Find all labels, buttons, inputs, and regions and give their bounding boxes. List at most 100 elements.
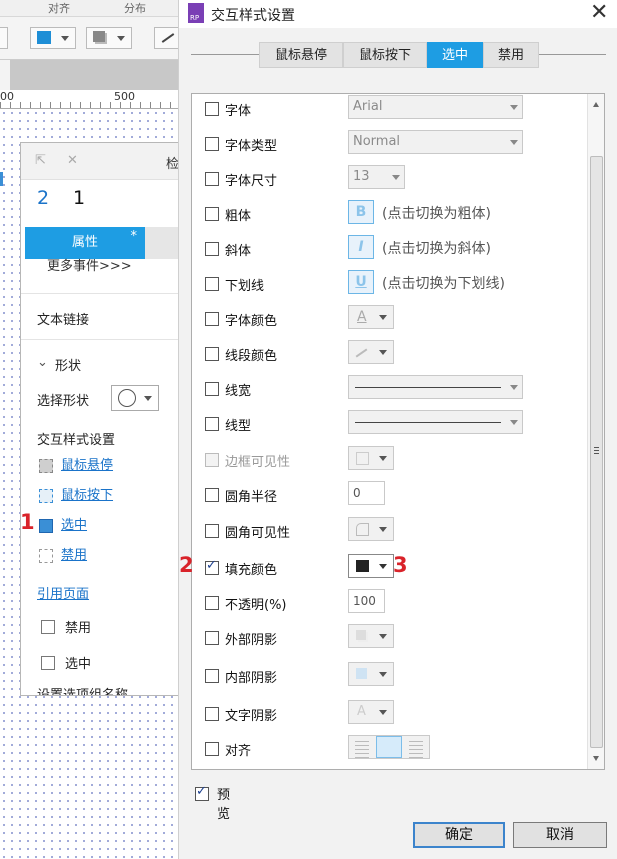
document-tabbar: [0, 60, 200, 90]
line-width-dropdown[interactable]: [348, 375, 523, 399]
row-line-color: 线段颜色: [192, 340, 587, 368]
toolbar-button-edge[interactable]: [0, 27, 8, 49]
line-color-picker[interactable]: [348, 340, 394, 364]
row-line-width: 线宽: [192, 375, 587, 403]
alignment-checkbox[interactable]: [205, 742, 219, 756]
inner-shadow-checkbox[interactable]: [205, 669, 219, 683]
opacity-input[interactable]: 100: [348, 589, 385, 613]
border-visibility-checkbox[interactable]: [205, 453, 219, 467]
text-link-label[interactable]: 文本链接: [37, 309, 89, 328]
tab-mouse-hover[interactable]: 鼠标悬停: [259, 42, 343, 68]
underline-checkbox[interactable]: [205, 277, 219, 291]
link-mouse-down[interactable]: 鼠标按下: [61, 484, 113, 503]
chevron-down-icon: [379, 350, 387, 355]
line-style-preview: [355, 422, 501, 423]
tab-disabled[interactable]: 禁用: [483, 42, 539, 68]
text-shadow-checkbox[interactable]: [205, 707, 219, 721]
preview-checkbox[interactable]: [195, 784, 209, 801]
shape-picker[interactable]: [111, 385, 159, 411]
selected-checkbox[interactable]: [41, 656, 55, 670]
opacity-checkbox[interactable]: [205, 596, 219, 610]
selected-checkbox-label: 选中: [65, 657, 92, 672]
dialog-title: 交互样式设置: [211, 8, 295, 24]
bold-icon[interactable]: B: [348, 200, 374, 224]
line-width-checkbox[interactable]: [205, 382, 219, 396]
menu-distribute[interactable]: 分布: [124, 0, 146, 16]
font-color-icon: A: [357, 309, 367, 325]
corner-visibility-picker[interactable]: [348, 517, 394, 541]
line-style-dropdown[interactable]: [348, 410, 523, 434]
cancel-button[interactable]: 取消: [513, 822, 607, 848]
cursor-disabled-icon: [39, 549, 53, 563]
font-type-dropdown[interactable]: Normal: [348, 130, 523, 154]
font-color-picker[interactable]: A: [348, 305, 394, 329]
align-center-icon[interactable]: [376, 736, 402, 758]
document-tab[interactable]: [0, 60, 10, 90]
align-right-icon[interactable]: [403, 736, 429, 758]
logo-text: RP: [190, 14, 200, 22]
tab-selected[interactable]: 选中: [427, 42, 483, 68]
underline-hint: (点击切换为下划线): [382, 276, 505, 292]
chevron-down-icon[interactable]: ⌄: [37, 355, 48, 370]
disabled-checkbox-label: 禁用: [65, 621, 92, 636]
text-shadow-picker[interactable]: A: [348, 700, 394, 724]
menu-align[interactable]: 对齐: [48, 0, 70, 16]
link-selected[interactable]: 选中: [61, 514, 87, 533]
italic-checkbox[interactable]: [205, 242, 219, 256]
outer-shadow-picker[interactable]: [348, 624, 394, 648]
line-style-checkbox[interactable]: [205, 417, 219, 431]
bold-label: 粗体: [225, 209, 252, 224]
chevron-down-icon: [510, 105, 518, 110]
line-style-label: 线型: [225, 419, 252, 434]
shape-section-title[interactable]: 形状: [55, 355, 81, 374]
font-color-checkbox[interactable]: [205, 312, 219, 326]
font-type-checkbox[interactable]: [205, 137, 219, 151]
align-left-icon[interactable]: [349, 736, 375, 758]
page-number[interactable]: 2: [37, 187, 49, 209]
line-color-checkbox[interactable]: [205, 347, 219, 361]
collapse-arrow-icon[interactable]: ⇱: [35, 153, 46, 168]
inner-shadow-picker[interactable]: [348, 662, 394, 686]
ok-button[interactable]: 确定: [413, 822, 505, 848]
shadow-picker[interactable]: [86, 27, 132, 49]
corner-radius-input[interactable]: 0: [348, 481, 385, 505]
scroll-down-arrow-icon[interactable]: [593, 756, 599, 761]
corner-radius-checkbox[interactable]: [205, 488, 219, 502]
font-size-checkbox[interactable]: [205, 172, 219, 186]
text-shadow-label: 文字阴影: [225, 709, 278, 724]
bold-checkbox[interactable]: [205, 207, 219, 221]
fill-color-picker[interactable]: [348, 554, 394, 578]
scroll-up-arrow-icon[interactable]: [593, 102, 599, 107]
underline-icon[interactable]: U: [348, 270, 374, 294]
fill-color-picker[interactable]: [30, 27, 76, 49]
corner-visibility-checkbox[interactable]: [205, 524, 219, 538]
circle-shape-icon: [118, 389, 136, 407]
disabled-checkbox[interactable]: [41, 620, 55, 634]
border-visibility-picker[interactable]: [348, 446, 394, 470]
pen-icon: [355, 348, 368, 358]
font-type-label: 字体类型: [225, 139, 278, 154]
link-disabled[interactable]: 禁用: [61, 544, 87, 563]
line-width-label: 线宽: [225, 384, 252, 399]
outer-shadow-checkbox[interactable]: [205, 631, 219, 645]
link-mouse-hover[interactable]: 鼠标悬停: [61, 454, 113, 473]
font-checkbox[interactable]: [205, 102, 219, 116]
row-fill-color: 填充颜色: [192, 554, 587, 582]
close-icon[interactable]: ✕: [67, 153, 78, 168]
reference-page-link[interactable]: 引用页面: [37, 583, 89, 602]
font-size-dropdown[interactable]: 13: [348, 165, 405, 189]
more-events-link[interactable]: 更多事件>>>: [47, 255, 132, 274]
fill-color-checkbox[interactable]: [205, 558, 219, 575]
chevron-down-icon: [379, 315, 387, 320]
italic-label: 斜体: [225, 244, 252, 259]
scrollbar-thumb[interactable]: [590, 156, 603, 748]
close-icon[interactable]: ✕: [590, 0, 608, 26]
tab-mouse-down[interactable]: 鼠标按下: [343, 42, 427, 68]
italic-icon[interactable]: I: [348, 235, 374, 259]
row-line-style: 线型: [192, 410, 587, 438]
font-dropdown[interactable]: Arial: [348, 95, 523, 119]
inner-shadow-label: 内部阴影: [225, 671, 278, 686]
list-scrollbar[interactable]: [587, 94, 604, 769]
widget-number[interactable]: 1: [73, 187, 85, 209]
annotation-mark-2: 2: [179, 553, 194, 577]
